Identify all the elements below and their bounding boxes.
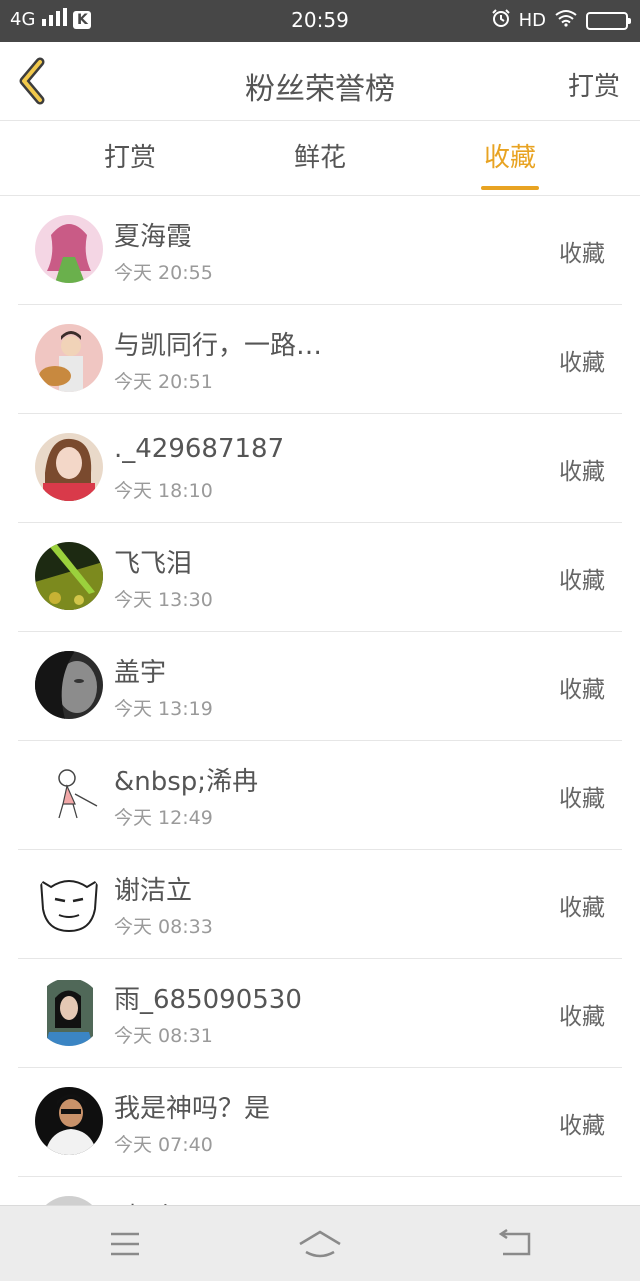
- timestamp: 今天 20:51: [114, 371, 213, 393]
- favorite-label: 收藏: [559, 241, 605, 267]
- menu-button[interactable]: [95, 1224, 155, 1264]
- list-item[interactable]: ._429687187 今天 18:10 收藏: [18, 414, 622, 523]
- return-button[interactable]: [485, 1224, 545, 1264]
- favorite-label: 收藏: [559, 786, 605, 812]
- list-item[interactable]: 我是神吗？是 今天 07:40 收藏: [18, 1068, 622, 1177]
- favorite-label: 收藏: [559, 895, 605, 921]
- favorite-label: 收藏: [559, 1113, 605, 1139]
- tab-reward[interactable]: 打赏: [70, 121, 190, 195]
- home-button[interactable]: [290, 1224, 350, 1264]
- user-name: 谢洁立: [114, 876, 193, 906]
- list-item[interactable]: _恒宇: [18, 1177, 622, 1205]
- timestamp: 今天 08:31: [114, 1025, 213, 1047]
- user-name: 盖宇: [114, 658, 167, 688]
- avatar: [35, 651, 103, 719]
- list-item[interactable]: 夏海霞 今天 20:55 收藏: [18, 196, 622, 305]
- system-nav-bar: [0, 1205, 640, 1281]
- favorite-label: 收藏: [559, 459, 605, 485]
- timestamp: 今天 18:10: [114, 480, 213, 502]
- list-item[interactable]: 雨_685090530 今天 08:31 收藏: [18, 959, 622, 1068]
- return-icon: [498, 1228, 531, 1256]
- title-bar: 粉丝荣誉榜 打赏: [0, 42, 640, 121]
- wifi-icon: [554, 9, 578, 32]
- favorite-label: 收藏: [559, 1004, 605, 1030]
- avatar: [35, 215, 103, 283]
- status-right: HD: [491, 8, 631, 33]
- user-name: 雨_685090530: [114, 985, 302, 1015]
- timestamp: 今天 20:55: [114, 262, 213, 284]
- battery-icon: [586, 11, 631, 30]
- timestamp: 今天 07:40: [114, 1134, 213, 1156]
- list-item[interactable]: 盖宇 今天 13:19 收藏: [18, 632, 622, 741]
- list-item[interactable]: &nbsp;浠冉 今天 12:49 收藏: [18, 741, 622, 850]
- timestamp: 今天 13:19: [114, 698, 213, 720]
- page-title: 粉丝荣誉榜: [245, 72, 395, 107]
- reward-button[interactable]: 打赏: [568, 66, 620, 103]
- timestamp: 今天 13:30: [114, 589, 213, 611]
- avatar: [35, 542, 103, 610]
- favorite-label: 收藏: [559, 350, 605, 376]
- alarm-icon: [491, 8, 511, 33]
- avatar: [35, 760, 103, 828]
- avatar: [35, 1087, 103, 1155]
- avatar: [35, 324, 103, 392]
- user-name: 夏海霞: [114, 222, 193, 252]
- avatar: [35, 1196, 103, 1205]
- user-name: 我是神吗？是: [114, 1094, 271, 1124]
- tab-bar: 打赏 鲜花 收藏: [0, 121, 640, 196]
- list-item[interactable]: 谢洁立 今天 08:33 收藏: [18, 850, 622, 959]
- user-name: 飞飞泪: [114, 549, 193, 579]
- user-name: 与凯同行，一路…: [114, 331, 323, 361]
- tab-favorites[interactable]: 收藏: [450, 121, 570, 195]
- favorite-label: 收藏: [559, 568, 605, 594]
- user-name: _恒宇: [114, 1197, 179, 1205]
- tab-flowers[interactable]: 鲜花: [260, 121, 380, 195]
- avatar: [35, 978, 103, 1046]
- list-item[interactable]: 与凯同行，一路… 今天 20:51 收藏: [18, 305, 622, 414]
- menu-icon: [111, 1232, 139, 1256]
- avatar: [35, 433, 103, 501]
- status-bar: 4G K 20:59 HD: [0, 0, 640, 42]
- user-name: ._429687187: [114, 434, 285, 464]
- favorite-label: 收藏: [559, 677, 605, 703]
- avatar: [35, 869, 103, 937]
- list-item[interactable]: 飞飞泪 今天 13:30 收藏: [18, 523, 622, 632]
- timestamp: 今天 08:33: [114, 916, 213, 938]
- hd-label: HD: [518, 10, 546, 31]
- home-icon: [299, 1230, 341, 1258]
- timestamp: 今天 12:49: [114, 807, 213, 829]
- user-name: &nbsp;浠冉: [114, 767, 259, 797]
- fan-list: 夏海霞 今天 20:55 收藏 与凯同行，一路… 今天 20:51 收藏 ._4…: [0, 196, 640, 1205]
